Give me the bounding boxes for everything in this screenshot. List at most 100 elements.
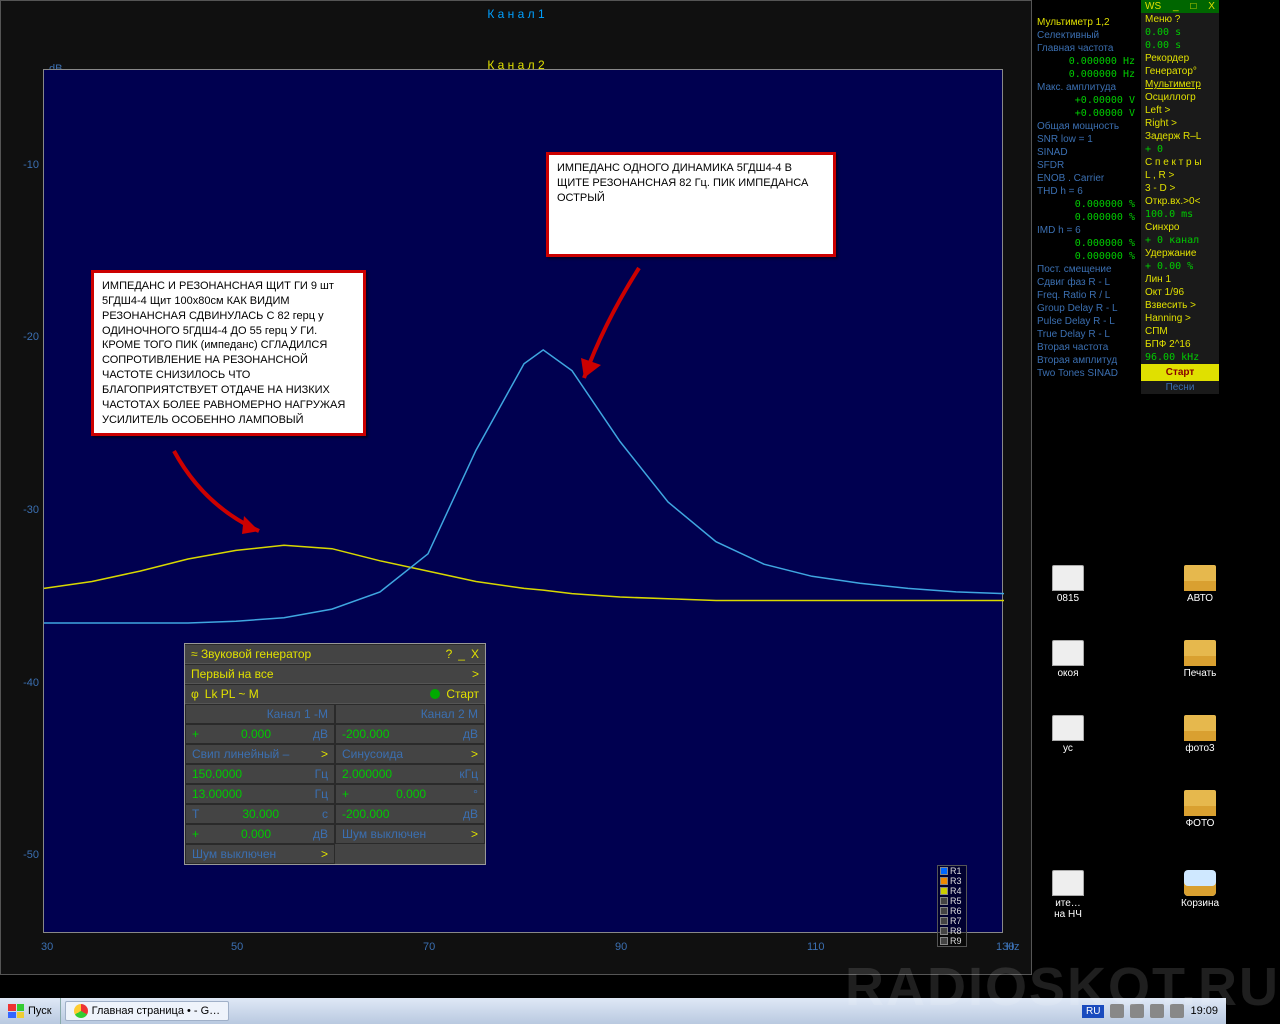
desktop-folder-auto[interactable]: АВТО — [1170, 565, 1230, 604]
menu-octave[interactable]: Окт 1/96 — [1141, 286, 1219, 299]
mm-dc[interactable]: Пост. смещение — [1033, 263, 1139, 276]
sg-waveform[interactable]: Синусоида> — [335, 744, 485, 764]
menu-weight[interactable]: Взвесить > — [1141, 299, 1219, 312]
menu-sync[interactable]: Синхро — [1141, 221, 1219, 234]
menu-spm[interactable]: СПМ — [1141, 325, 1219, 338]
sg-start-button[interactable]: Старт — [446, 687, 479, 701]
titlebar-max-icon[interactable]: □ — [1190, 1, 1196, 12]
menu-fft[interactable]: БПФ 2^16 — [1141, 338, 1219, 351]
menu-songs[interactable]: Песни — [1141, 381, 1219, 394]
chevron-right-icon[interactable]: > — [472, 667, 479, 681]
sg-title: Звуковой генератор — [201, 647, 446, 661]
desktop-folder-photo[interactable]: ФОТО — [1170, 790, 1230, 829]
multimeter-panel[interactable]: Мультиметр 1,2 Селективный Главная часто… — [1033, 16, 1139, 380]
menu-left[interactable]: Left > — [1141, 104, 1219, 117]
clock[interactable]: 19:09 — [1190, 1005, 1218, 1017]
global-start-button[interactable]: Старт — [1141, 364, 1219, 381]
sg-ch2-noise-off[interactable]: Шум выключен> — [335, 824, 485, 844]
mm-snr[interactable]: SNR low = 1 — [1033, 133, 1139, 146]
mm-phase[interactable]: Сдвиг фаз R - L — [1033, 276, 1139, 289]
titlebar-close-icon[interactable]: X — [1208, 1, 1215, 12]
titlebar-min-icon[interactable]: _ — [1173, 1, 1179, 12]
mm-imd[interactable]: IMD h = 6 — [1033, 224, 1139, 237]
mm-tdelay[interactable]: True Delay R - L — [1033, 328, 1139, 341]
sg-freq-start[interactable]: 150.0000Гц — [185, 764, 335, 784]
wave-icon: ≈ — [191, 647, 198, 661]
mm-amp2-label[interactable]: Вторая амплитуд — [1033, 354, 1139, 367]
tray-icon[interactable] — [1130, 1004, 1144, 1018]
menu-right[interactable]: Right > — [1141, 117, 1219, 130]
sg-freq-step[interactable]: 13.00000Гц — [185, 784, 335, 804]
desktop-folder-print[interactable]: Печать — [1170, 640, 1230, 679]
desktop-file-ite[interactable]: ите…на НЧ — [1038, 870, 1098, 920]
desktop-file-0815[interactable]: 0815 — [1038, 565, 1098, 604]
sg-ch2-noise[interactable]: -200.000дВ — [335, 804, 485, 824]
sg-mode[interactable]: Первый на все — [191, 667, 472, 681]
start-button[interactable]: Пуск — [0, 998, 61, 1024]
chrome-icon — [74, 1004, 88, 1018]
menu-lr[interactable]: L , R > — [1141, 169, 1219, 182]
menu-spectra[interactable]: С п е к т р ы — [1141, 156, 1219, 169]
phi-icon[interactable]: φ — [191, 687, 199, 701]
tray-icon[interactable] — [1150, 1004, 1164, 1018]
sg-ch2-label[interactable]: Канал 2 M — [335, 704, 485, 724]
menu-generator[interactable]: Генератор° — [1141, 65, 1219, 78]
menu-linear[interactable]: Лин 1 — [1141, 273, 1219, 286]
menu-open-input[interactable]: Откр.вх.>0< — [1141, 195, 1219, 208]
sg-sweep-label[interactable]: Свип линейный –> — [185, 744, 335, 764]
sg-ch2-phase[interactable]: +0.000° — [335, 784, 485, 804]
sg-lock-row[interactable]: Lk PL ~ M — [205, 687, 431, 701]
mm-freq2-label[interactable]: Вторая частота — [1033, 341, 1139, 354]
menu-ch0[interactable]: + 0 канал — [1141, 234, 1219, 247]
sg-ch1-label[interactable]: Канал 1 -M — [185, 704, 335, 724]
language-indicator[interactable]: RU — [1082, 1005, 1104, 1018]
menu-rate[interactable]: 96.00 kHz — [1141, 351, 1219, 364]
mm-sinad[interactable]: SINAD — [1033, 146, 1139, 159]
minimize-button[interactable]: _ — [458, 647, 465, 661]
tray-icon[interactable] — [1110, 1004, 1124, 1018]
sg-noise-level[interactable]: +0.000дВ — [185, 824, 335, 844]
menu-3d[interactable]: 3 - D > — [1141, 182, 1219, 195]
desktop-recycle-bin[interactable]: Корзина — [1170, 870, 1230, 909]
desktop-file-okoya[interactable]: окоя — [1038, 640, 1098, 679]
menu-multimeter[interactable]: Мультиметр — [1141, 78, 1219, 91]
arrow-to-blue-curve — [569, 263, 669, 393]
sg-ch2-level[interactable]: -200.000дВ — [335, 724, 485, 744]
menu-delay-val[interactable]: + 0 — [1141, 143, 1219, 156]
mm-pdelay[interactable]: Pulse Delay R - L — [1033, 315, 1139, 328]
close-button[interactable]: X — [471, 647, 479, 661]
mm-fratio[interactable]: Freq. Ratio R / L — [1033, 289, 1139, 302]
menu-delay[interactable]: Задерж R–L — [1141, 130, 1219, 143]
sg-sweep-time[interactable]: T30.000с — [185, 804, 335, 824]
menu-window[interactable]: Hanning > — [1141, 312, 1219, 325]
sg-ch2-freq[interactable]: 2.000000кГц — [335, 764, 485, 784]
desktop-file-us[interactable]: ус — [1038, 715, 1098, 754]
menu-recorder[interactable]: Рекордер — [1141, 52, 1219, 65]
mm-selective[interactable]: Селективный — [1033, 29, 1139, 42]
menu-hold[interactable]: Удержание — [1141, 247, 1219, 260]
mm-enob[interactable]: ENOB . Carrier — [1033, 172, 1139, 185]
sg-noise-off[interactable]: Шум выключен> — [185, 844, 335, 864]
sg-ch1-level[interactable]: +0.000дВ — [185, 724, 335, 744]
sound-generator-panel[interactable]: ≈ Звуковой генератор ? _ X Первый на все… — [184, 643, 486, 865]
trace-legend: R1 R3 R4 R5 R6 R7 R8 R9 — [937, 865, 967, 947]
mm-power: Общая мощность — [1033, 120, 1139, 133]
mm-thd1: 0.000000 % — [1033, 198, 1139, 211]
mm-thd[interactable]: THD h = 6 — [1033, 185, 1139, 198]
spectrum-window: К а н а л 1 К а н а л 2 dB -10 -20 -30 -… — [0, 0, 1032, 975]
taskbar-app-chrome[interactable]: Главная страница • - G… — [65, 1001, 230, 1021]
menu-button[interactable]: Меню ? — [1141, 13, 1219, 26]
mm-sfdr[interactable]: SFDR — [1033, 159, 1139, 172]
mm-gdelay[interactable]: Group Delay R - L — [1033, 302, 1139, 315]
desktop-folder-photo3[interactable]: фото3 — [1170, 715, 1230, 754]
tray-icon[interactable] — [1170, 1004, 1184, 1018]
menu-open-val[interactable]: 100.0 ms — [1141, 208, 1219, 221]
mm-freq2: 0.000000 Hz — [1033, 68, 1139, 81]
help-button[interactable]: ? — [446, 647, 453, 661]
status-led-icon — [430, 689, 440, 699]
windows-flag-icon — [8, 1004, 24, 1018]
menu-oscilloscope[interactable]: Осциллогр — [1141, 91, 1219, 104]
menu-hold-val[interactable]: + 0.00 % — [1141, 260, 1219, 273]
mm-twotone[interactable]: Two Tones SINAD — [1033, 367, 1139, 380]
side-menu-panel[interactable]: WS _ □ X Меню ? 0.00 s 0.00 s Рекордер Г… — [1141, 0, 1219, 394]
